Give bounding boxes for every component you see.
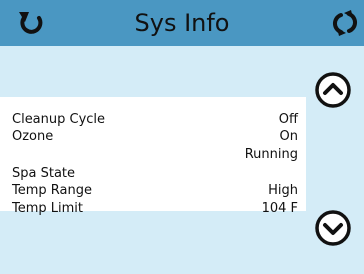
info-panel: Cleanup Cycle Off Ozone On Running Spa S… <box>0 97 306 216</box>
header-bar: Sys Info <box>0 0 364 46</box>
chevron-down-icon <box>315 210 351 246</box>
info-row-ozone: Ozone On <box>12 129 298 145</box>
info-row-cleanup-cycle: Cleanup Cycle Off <box>12 112 298 128</box>
info-value: Running <box>244 147 298 162</box>
info-row-ozone-status: Running <box>12 147 298 163</box>
info-value: 104 F <box>261 201 298 216</box>
back-arrow-icon[interactable] <box>14 6 48 40</box>
refresh-icon[interactable] <box>328 6 362 40</box>
info-row-temp-limit: Temp Limit 104 F <box>12 201 298 216</box>
info-row-temp-range: Temp Range High <box>12 183 298 199</box>
info-value: On <box>279 129 298 144</box>
scroll-down-button[interactable] <box>314 209 352 247</box>
info-label: Spa State <box>12 166 76 181</box>
info-label: Temp Range <box>12 183 92 198</box>
info-label: Cleanup Cycle <box>12 112 106 127</box>
info-value: Off <box>278 112 298 127</box>
info-label: Temp Limit <box>12 201 84 216</box>
info-row-spa-state: Spa State <box>12 166 298 182</box>
page-title: Sys Info <box>134 9 230 37</box>
info-label: Ozone <box>12 129 54 144</box>
chevron-up-icon <box>315 72 351 108</box>
scroll-up-button[interactable] <box>314 71 352 109</box>
info-value: High <box>268 183 298 198</box>
